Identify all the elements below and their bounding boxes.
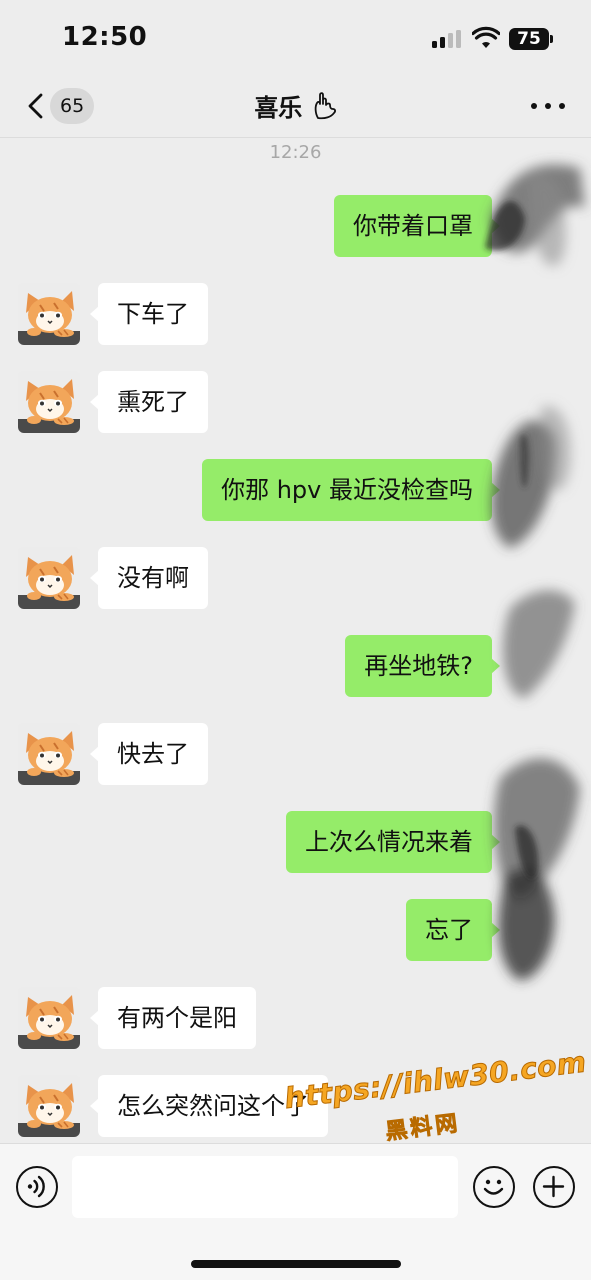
outgoing-message-bubble[interactable]: 忘了 [406,899,500,961]
smiley-icon [483,1179,504,1195]
contact-name: 喜乐 [254,94,303,122]
incoming-message-bubble[interactable]: 快去了 [90,723,208,785]
outgoing-message-bubble[interactable]: 你带着口罩 [334,195,500,257]
contact-avatar[interactable] [18,723,80,785]
plus-icon [542,1175,565,1198]
battery-indicator: 75 [509,28,549,50]
nav-bar: 65 喜乐 [0,78,591,138]
cellular-signal-icon [432,30,462,48]
outgoing-message-bubble[interactable]: 你那 hpv 最近没检查吗 [202,459,500,521]
incoming-message-bubble[interactable]: 怎么突然问这个了 [90,1075,328,1137]
voice-input-button[interactable] [16,1166,58,1208]
outgoing-message-bubble[interactable]: 再坐地铁? [345,635,500,697]
message-input[interactable] [72,1156,458,1218]
voice-wave-icon [27,1175,45,1198]
battery-tip [550,35,553,43]
wifi-icon [472,26,500,48]
status-bar: 12:50 75 [0,0,591,78]
incoming-message-bubble[interactable]: 没有啊 [90,547,208,609]
more-actions-button[interactable] [533,1166,575,1208]
outgoing-message-bubble[interactable]: 上次么情况来着 [286,811,500,873]
redaction-smudge [485,164,585,980]
contact-avatar[interactable] [18,1075,80,1137]
more-options-button[interactable] [528,92,568,120]
contact-avatar[interactable] [18,547,80,609]
incoming-message-bubble[interactable]: 有两个是阳 [90,987,256,1049]
chat-screen: 12:50 75 65 喜乐 12:26 你带着口罩 下车了 熏死了 你那 hp… [0,0,591,1280]
chat-title: 喜乐 [0,88,591,123]
message-list[interactable]: 12:26 你带着口罩 下车了 熏死了 你那 hpv 最近没检查吗 没有啊 再坐… [0,138,591,1143]
incoming-message-bubble[interactable]: 下车了 [90,283,208,345]
message-timestamp: 12:26 [269,142,322,163]
contact-avatar[interactable] [18,283,80,345]
home-indicator [191,1260,401,1268]
contact-avatar[interactable] [18,371,80,433]
contact-avatar[interactable] [18,987,80,1049]
emoji-button[interactable] [473,1166,515,1208]
hand-emoji-icon [314,92,336,120]
status-time: 12:50 [62,22,148,52]
incoming-message-bubble[interactable]: 熏死了 [90,371,208,433]
